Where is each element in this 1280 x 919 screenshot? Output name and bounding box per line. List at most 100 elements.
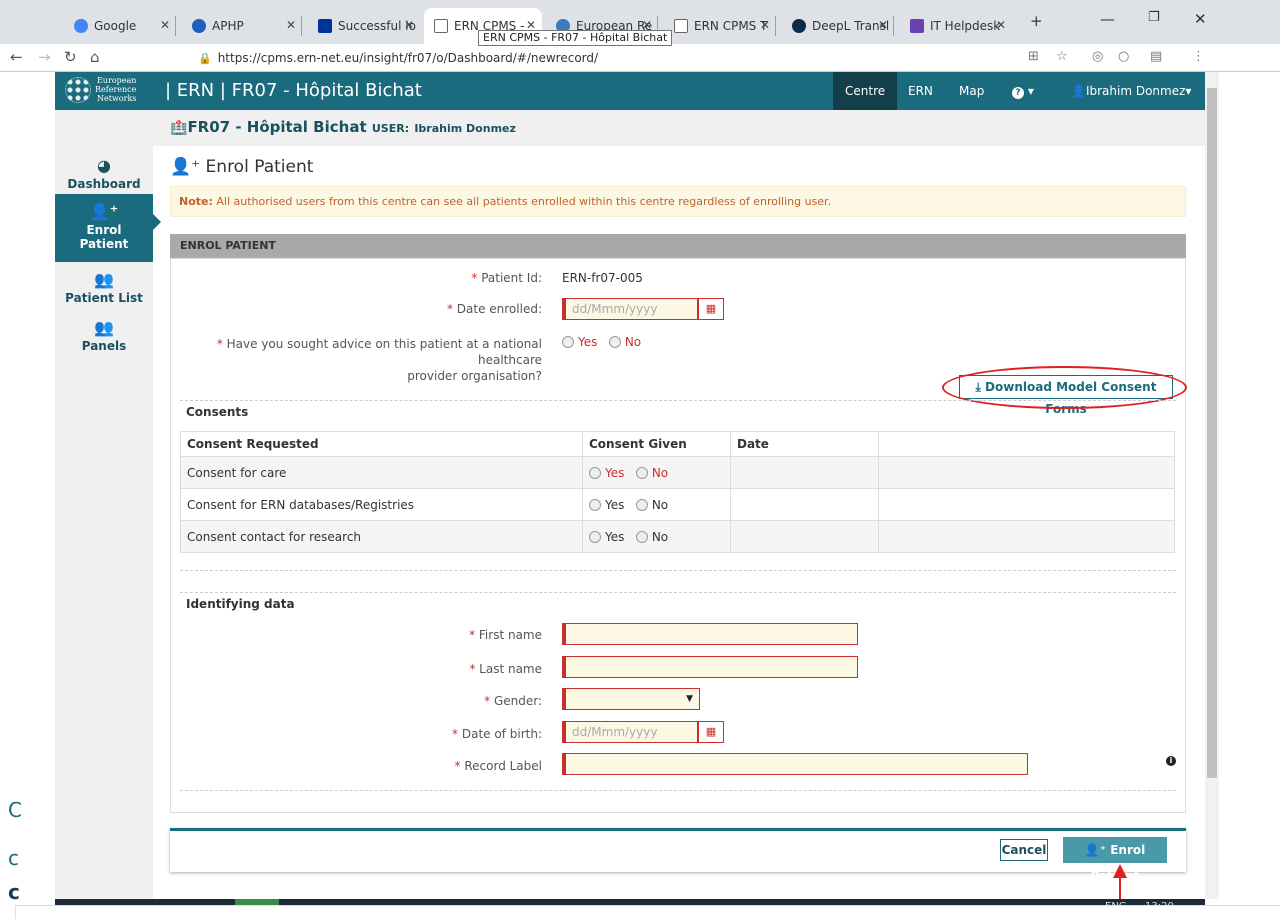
extension-icon[interactable]: ◎ (1092, 49, 1103, 64)
help-icon: ? (1012, 87, 1024, 99)
gender-select[interactable]: ▼ (562, 688, 700, 710)
label-text: Gender: (493, 694, 542, 708)
divider (180, 592, 1176, 593)
calendar-icon[interactable]: ▦ (698, 298, 724, 320)
cancel-button[interactable]: Cancel (1000, 839, 1048, 861)
calendar-icon[interactable]: ▦ (698, 721, 724, 743)
sidebar-item-label: Panels (81, 339, 127, 353)
consent-care-no-radio[interactable] (635, 466, 648, 479)
close-tab-icon[interactable]: ✕ (760, 18, 770, 32)
consent-research-yes-radio[interactable] (589, 530, 601, 543)
radio-label: No (651, 465, 669, 480)
user-icon: 👤 (1071, 84, 1086, 98)
browser-tab[interactable]: DeepL Transl ✕ (782, 8, 894, 44)
sidebar-item-label: Enrol (86, 223, 122, 237)
column-header: Consent Requested (180, 431, 583, 457)
close-tab-icon[interactable]: ✕ (996, 18, 1006, 32)
restore-icon[interactable]: ❐ (1148, 10, 1160, 25)
slide-fragment: C (8, 798, 22, 822)
info-icon[interactable]: i (1166, 756, 1176, 766)
table-cell (878, 520, 1175, 553)
column-header: Date (730, 431, 879, 457)
close-tab-icon[interactable]: ✕ (160, 18, 170, 32)
consent-research-no-radio[interactable] (635, 530, 648, 543)
close-tab-icon[interactable]: ✕ (286, 18, 296, 32)
date-enrolled-input[interactable]: dd/Mmm/yyyy (562, 298, 698, 320)
table-cell (878, 488, 1175, 521)
hospital-icon: 🏥 (170, 120, 188, 136)
browser-tab[interactable]: Google ✕ (64, 8, 176, 44)
url-text: https://cpms.ern-net.eu/insight/fr07/o/D… (217, 51, 599, 65)
browser-tab[interactable]: IT Helpdesk ✕ (900, 8, 1012, 44)
extension-icon[interactable]: ▤ (1150, 49, 1162, 64)
scroll-thumb[interactable] (1207, 88, 1217, 778)
user-menu[interactable]: 👤Ibrahim Donmez▾ (1059, 72, 1203, 110)
forward-icon[interactable]: → (38, 48, 51, 66)
first-name-field[interactable] (562, 623, 858, 645)
table-cell: Consent for ERN databases/Registries (180, 488, 583, 521)
translate-icon[interactable]: ⊞ (1028, 49, 1039, 64)
extension-icon[interactable]: ○ (1118, 49, 1129, 64)
note-bold: Note: (179, 195, 213, 208)
nav-centre[interactable]: Centre (833, 72, 898, 110)
radio-label: Yes (605, 529, 625, 544)
advice-yes-radio[interactable] (562, 336, 574, 348)
radio-label: No (651, 497, 669, 512)
consent-db-no-radio[interactable] (635, 498, 648, 511)
record-label-field[interactable] (562, 753, 1028, 775)
sidebar-item-patient-list[interactable]: 👥 Patient List (55, 270, 153, 310)
caret-down-icon: ▾ (1185, 84, 1192, 98)
identifying-data-title: Identifying data (186, 597, 295, 611)
bookmark-star-icon[interactable]: ☆ (1056, 49, 1068, 64)
date-of-birth-label: * Date of birth: (452, 727, 542, 741)
page-favicon-icon (674, 19, 688, 33)
minimize-icon[interactable]: — (1100, 10, 1115, 28)
url-input[interactable]: 🔒 https://cpms.ern-net.eu/insight/fr07/o/… (198, 47, 1008, 69)
nav-map[interactable]: Map (947, 72, 996, 110)
column-header: Consent Given (582, 431, 731, 457)
date-of-birth-input[interactable]: dd/Mmm/yyyy (562, 721, 698, 743)
new-tab-icon[interactable]: + (1030, 12, 1043, 30)
label-text: Last name (479, 662, 542, 676)
patient-id-label: * Patient Id: (471, 271, 542, 285)
tab-tooltip: ERN CPMS - FR07 - Hôpital Bichat (478, 30, 673, 46)
enrol-patient-button[interactable]: 👤⁺ Enrol Patient (1063, 837, 1167, 883)
consent-db-yes-radio[interactable] (589, 498, 601, 511)
reload-icon[interactable]: ↻ (64, 48, 77, 66)
sidebar-item-enrol-patient[interactable]: 👤⁺ Enrol Patient (55, 194, 161, 262)
logo-line: European (96, 76, 137, 85)
close-tab-icon[interactable]: ✕ (878, 18, 888, 32)
table-cell (878, 456, 1175, 489)
address-bar-row: ← → ↻ ⌂ 🔒 https://cpms.ern-net.eu/insight… (0, 44, 1280, 72)
sidebar-item-panels[interactable]: 👥 Panels (55, 318, 153, 358)
nav-ern[interactable]: ERN (896, 72, 945, 110)
info-note: Note: All authorised users from this cen… (170, 186, 1186, 217)
ern-logo-mark-icon (65, 76, 91, 103)
consent-care-yes-radio[interactable] (589, 466, 601, 479)
close-tab-icon[interactable]: ✕ (404, 18, 414, 32)
close-window-icon[interactable]: ✕ (1194, 10, 1207, 28)
advice-no-radio[interactable] (608, 336, 621, 348)
deepl-favicon-icon (792, 19, 806, 33)
radio-label: Yes (578, 335, 598, 349)
caret-down-icon: ▾ (1027, 84, 1034, 98)
table-cell: Yes No (582, 456, 731, 489)
app-title: | ERN | FR07 - Hôpital Bichat (165, 80, 422, 101)
consents-title: Consents (186, 405, 249, 419)
browser-tab[interactable]: Successful lo ✕ (308, 8, 420, 44)
aphp-favicon-icon (192, 19, 206, 33)
radio-label: Yes (605, 465, 625, 480)
help-dropdown[interactable]: ? ▾ (1000, 72, 1046, 110)
table-cell: Consent for care (180, 456, 583, 489)
home-icon[interactable]: ⌂ (90, 48, 100, 66)
last-name-field[interactable] (562, 656, 858, 678)
menu-kebab-icon[interactable]: ⋮ (1192, 49, 1205, 64)
browser-tab[interactable]: ERN CPMS T ✕ (664, 8, 776, 44)
sidebar-item-label: Dashboard (67, 177, 141, 191)
back-icon[interactable]: ← (10, 48, 23, 66)
advice-radio-group: Yes No (562, 335, 641, 349)
logo-line: Reference (95, 85, 137, 94)
browser-tab[interactable]: APHP ✕ (182, 8, 302, 44)
ern-logo[interactable]: European Reference Networks (65, 76, 136, 103)
tab-label: APHP (212, 19, 244, 33)
